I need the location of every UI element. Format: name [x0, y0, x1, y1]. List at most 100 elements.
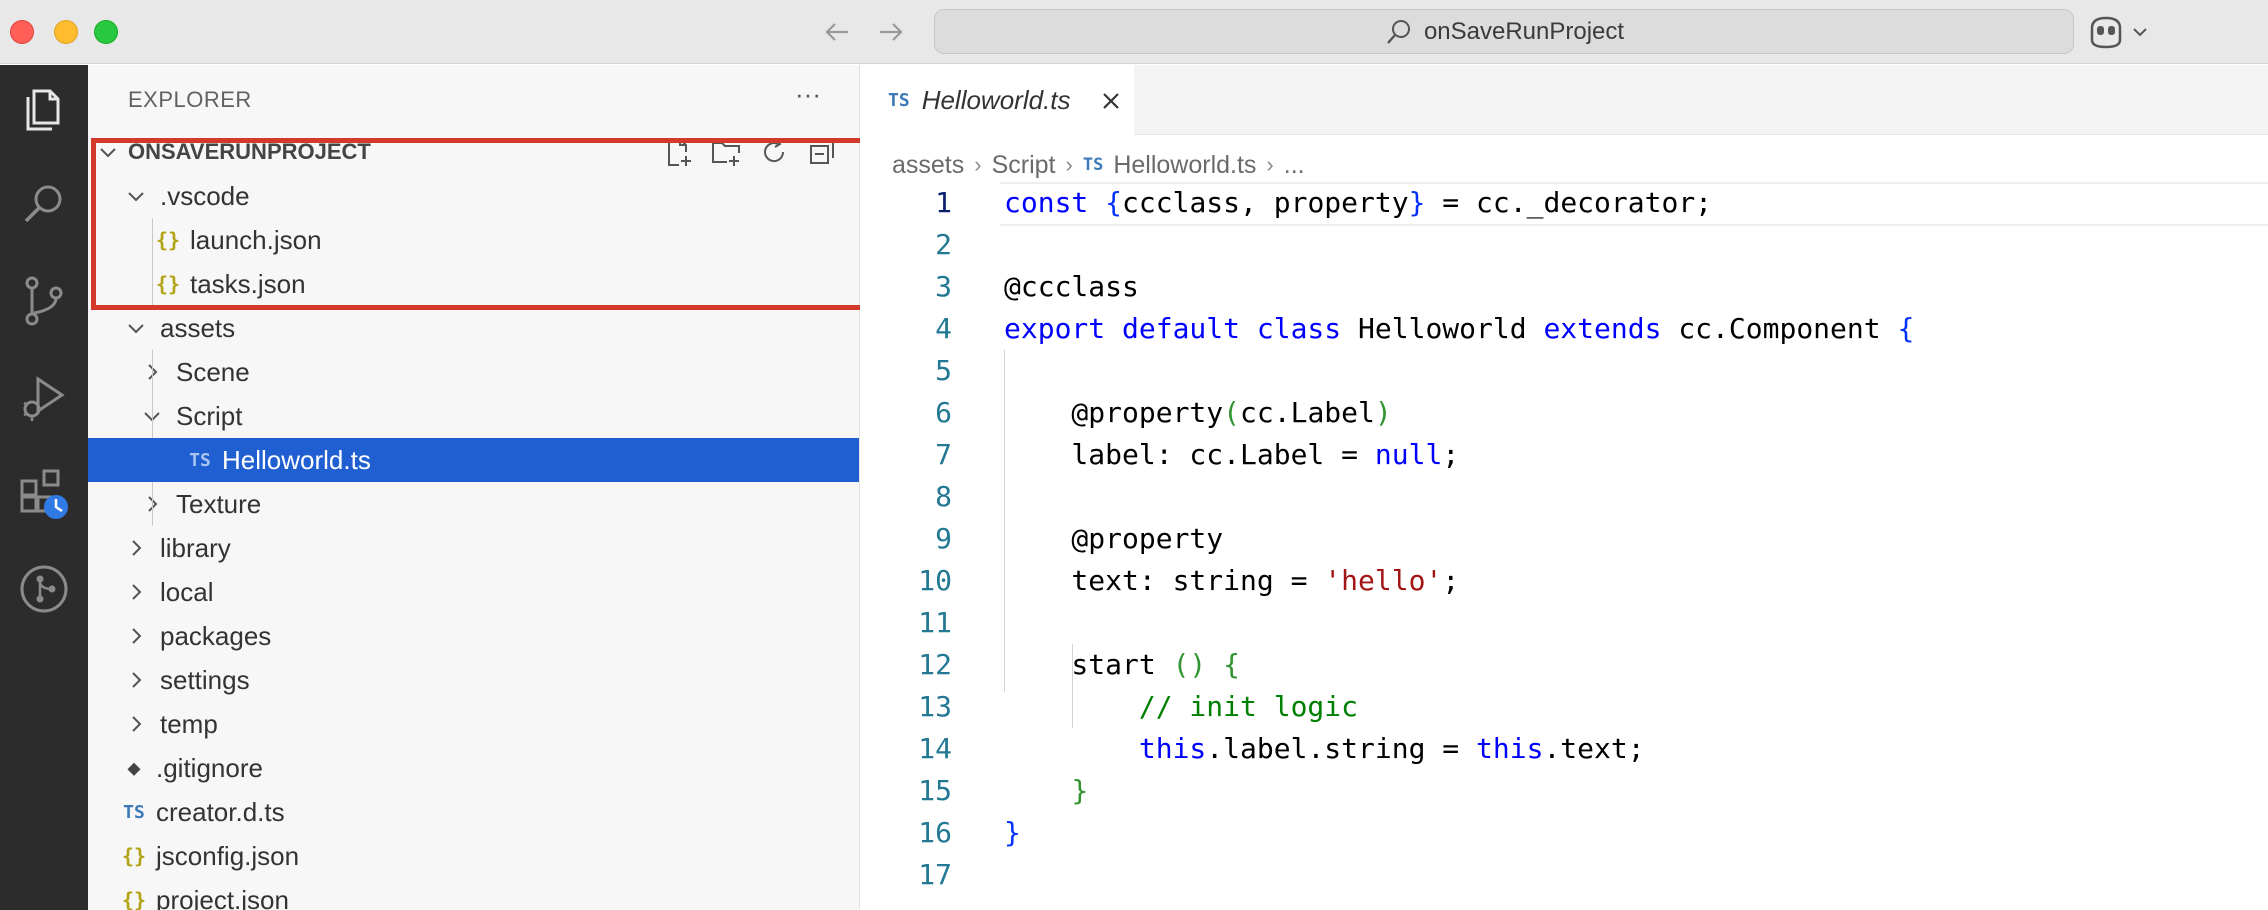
file-project-json[interactable]: {} project.json — [88, 878, 859, 910]
folder-settings[interactable]: settings — [88, 658, 859, 702]
folder-scene[interactable]: Scene — [88, 350, 859, 394]
code-token: extends — [1543, 312, 1679, 345]
file-launch-json[interactable]: {} launch.json — [88, 218, 859, 262]
root-actions — [662, 130, 859, 174]
code-token: } — [1004, 816, 1021, 849]
source-control-icon[interactable] — [12, 269, 76, 333]
folder-texture[interactable]: Texture — [88, 482, 859, 526]
command-center-search[interactable]: onSaveRunProject — [934, 9, 2074, 54]
tree-item-label: library — [160, 532, 231, 563]
breadcrumb-assets[interactable]: assets — [892, 151, 964, 180]
new-file-icon[interactable] — [662, 136, 694, 168]
code-token: ccclass, property — [1122, 186, 1409, 219]
code-token: this — [1476, 732, 1544, 765]
code-token: ; — [1442, 564, 1460, 597]
line-number: 12 — [918, 648, 952, 681]
code-token: // init logic — [1138, 690, 1359, 723]
code-token: 'hello' — [1324, 564, 1443, 597]
editor-tabs: TS Helloworld.ts — [860, 65, 2268, 136]
code-line: 2 — [860, 224, 2268, 266]
tree-item-label: jsconfig.json — [156, 840, 300, 871]
file-helloworld-ts[interactable]: TS Helloworld.ts — [88, 438, 859, 482]
tree-indent-guide — [152, 394, 153, 438]
line-number: 5 — [935, 354, 952, 387]
breadcrumb-symbols[interactable]: ... — [1284, 151, 1305, 180]
zoom-window-button[interactable] — [94, 20, 118, 44]
breadcrumb-file[interactable]: Helloworld.ts — [1113, 151, 1256, 180]
line-number: 10 — [918, 564, 952, 597]
file-jsconfig-json[interactable]: {} jsconfig.json — [88, 834, 859, 878]
run-debug-icon[interactable] — [12, 365, 76, 429]
close-icon[interactable] — [1097, 87, 1125, 115]
line-number: 3 — [935, 270, 952, 303]
tab-label: Helloworld.ts — [921, 85, 1071, 115]
search-icon[interactable] — [12, 173, 76, 237]
code-token: start — [1004, 648, 1173, 681]
git-graph-icon[interactable] — [12, 557, 76, 621]
code-token: ; — [1442, 438, 1460, 471]
code-token: @property — [1004, 522, 1224, 555]
new-folder-icon[interactable] — [710, 136, 742, 168]
close-window-button[interactable] — [10, 20, 34, 44]
explorer-sidebar: EXPLORER ··· ONSAVERUNPROJECT .vscode {} la… — [88, 65, 860, 910]
typescript-file-icon: TS — [1082, 155, 1104, 175]
code-token: .label.string = — [1206, 732, 1477, 765]
folder-local[interactable]: local — [88, 570, 859, 614]
activity-bar — [0, 65, 88, 910]
chevron-right-icon — [124, 668, 148, 692]
line-number: 13 — [918, 690, 952, 723]
minimize-window-button[interactable] — [54, 20, 78, 44]
folder-assets[interactable]: assets — [88, 306, 859, 350]
folder-script[interactable]: Script — [88, 394, 859, 438]
chevron-right-icon — [124, 624, 148, 648]
code-token: } — [1408, 186, 1426, 219]
code-token: cc.Component — [1678, 312, 1898, 345]
code-token: } — [1071, 774, 1089, 807]
code-token: const — [1004, 186, 1106, 219]
folder-vscode[interactable]: .vscode — [88, 174, 859, 218]
json-file-icon: {} — [122, 888, 147, 910]
code-line: 4 export default class Helloworld extends… — [860, 308, 2268, 350]
chevron-down-icon — [96, 140, 120, 164]
chevron-right-icon: › — [974, 152, 982, 177]
code-text: @property(cc.Label) — [1004, 392, 1391, 434]
explorer-icon[interactable] — [12, 77, 76, 141]
search-icon — [1384, 17, 1414, 47]
code-token: text: string = — [1004, 564, 1325, 597]
vscode-window: onSaveRunProject EXPLORER ··· ONSAVERUNP… — [0, 0, 2268, 910]
code-line: 12 start () { — [860, 644, 2268, 686]
file-gitignore[interactable]: ◆ .gitignore — [88, 746, 859, 790]
code-line: 10 text: string = 'hello'; — [860, 560, 2268, 602]
code-line: 3 @ccclass — [860, 266, 2268, 308]
code-text: @property — [1004, 518, 1223, 560]
code-token: @ccclass — [1004, 270, 1139, 303]
folder-temp[interactable]: temp — [88, 702, 859, 746]
line-number: 17 — [918, 858, 952, 891]
file-tasks-json[interactable]: {} tasks.json — [88, 262, 859, 306]
typescript-file-icon: TS — [123, 801, 145, 823]
code-token: this — [1138, 732, 1207, 765]
back-arrow-icon[interactable] — [818, 12, 858, 52]
code-line: 15 } — [860, 770, 2268, 812]
chevron-right-icon — [124, 580, 148, 604]
file-creator-d-ts[interactable]: TS creator.d.ts — [88, 790, 859, 834]
more-actions-icon[interactable]: ··· — [788, 77, 828, 117]
tab-helloworld[interactable]: TS Helloworld.ts — [860, 65, 1134, 136]
code-line: 1 const {ccclass, property} = cc._decorat… — [860, 182, 2268, 226]
json-file-icon: {} — [156, 228, 181, 252]
line-number: 8 — [935, 480, 952, 513]
collapse-all-icon[interactable] — [806, 136, 838, 168]
project-root-folder[interactable]: ONSAVERUNPROJECT — [88, 130, 859, 174]
extensions-icon[interactable] — [12, 461, 76, 525]
code-line: 17 — [860, 854, 2268, 896]
forward-arrow-icon[interactable] — [870, 12, 910, 52]
folder-packages[interactable]: packages — [88, 614, 859, 658]
breadcrumb-script[interactable]: Script — [992, 151, 1056, 180]
copilot-menu[interactable] — [2086, 14, 2160, 50]
folder-library[interactable]: library — [88, 526, 859, 570]
code-line: 9 @property — [860, 518, 2268, 560]
refresh-icon[interactable] — [758, 136, 790, 168]
